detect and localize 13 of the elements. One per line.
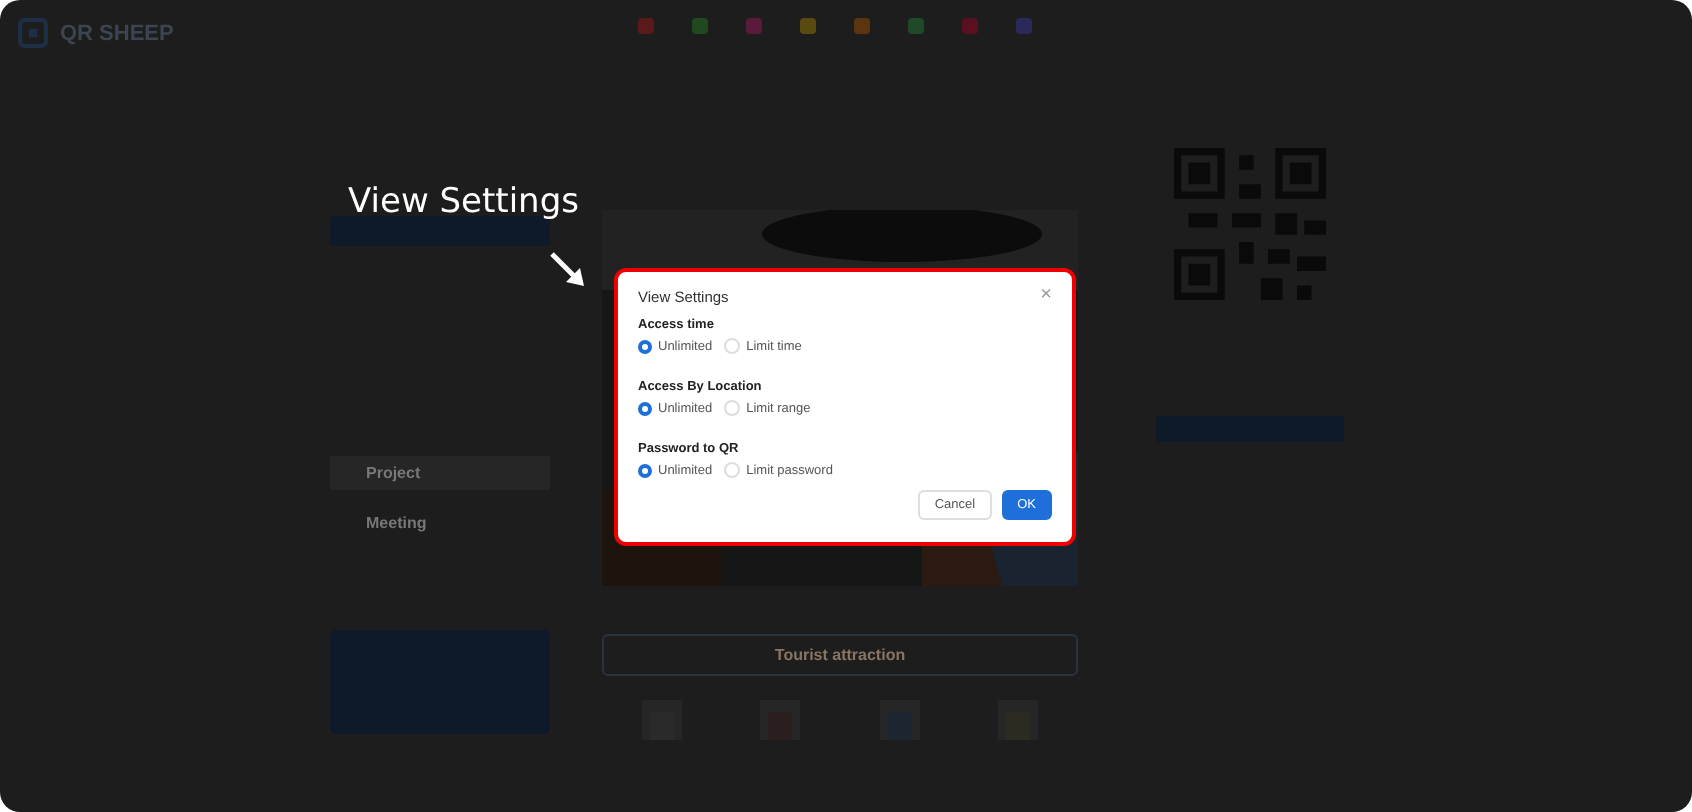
logo-icon [18, 18, 48, 48]
category-button[interactable]: Tourist attraction [602, 634, 1078, 676]
tool-icon[interactable] [690, 16, 710, 36]
callout-text: View Settings [348, 182, 579, 222]
tool-icon[interactable] [636, 16, 656, 36]
arrow-icon [548, 250, 588, 290]
tool-icon[interactable] [852, 16, 872, 36]
tool-icon[interactable] [960, 16, 980, 36]
tool-icon[interactable] [798, 16, 818, 36]
tool-icon[interactable] [744, 16, 764, 36]
tool-icon[interactable] [906, 16, 926, 36]
sidebar-item[interactable]: Meeting [330, 506, 550, 540]
tool-icon[interactable] [1014, 16, 1034, 36]
